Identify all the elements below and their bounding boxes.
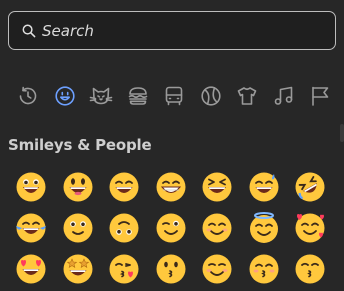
winking-face-emoji[interactable] [148, 207, 195, 248]
shirt-icon [237, 87, 257, 105]
face-with-tears-of-joy-emoji[interactable] [8, 207, 55, 248]
beaming-face-emoji[interactable] [148, 166, 195, 207]
kissing-face-emoji[interactable] [148, 248, 195, 289]
scrollbar[interactable] [340, 124, 344, 142]
smiley-icon [55, 86, 75, 106]
ball-icon [201, 86, 221, 106]
section-title: Smileys & People [8, 136, 152, 154]
tab-smileys[interactable] [47, 80, 84, 112]
grinning-face-big-eyes-emoji[interactable] [55, 166, 102, 207]
clock-icon [19, 86, 37, 105]
cat-icon [89, 87, 113, 105]
grinning-face-smiling-eyes-emoji[interactable] [101, 166, 148, 207]
smiling-face-with-hearts-emoji[interactable] [287, 207, 334, 248]
flag-icon [312, 86, 329, 106]
emoji-picker-panel: Smileys & People [0, 0, 344, 291]
heart-eyes-emoji[interactable] [8, 248, 55, 289]
grinning-squinting-face-emoji[interactable] [194, 166, 241, 207]
kissing-face-smiling-eyes-emoji[interactable] [287, 248, 334, 289]
face-blowing-kiss-emoji[interactable] [101, 248, 148, 289]
grinning-face-sweat-emoji[interactable] [241, 166, 288, 207]
tab-objects[interactable] [229, 80, 266, 112]
slightly-smiling-face-emoji[interactable] [55, 207, 102, 248]
tab-symbols[interactable] [266, 80, 303, 112]
category-tabs [10, 80, 342, 112]
search-icon [22, 24, 36, 37]
tab-animals[interactable] [83, 80, 120, 112]
tab-flags[interactable] [302, 80, 339, 112]
tab-recent[interactable] [10, 80, 47, 112]
kissing-face-closed-eyes-emoji[interactable] [241, 248, 288, 289]
tab-food[interactable] [120, 80, 157, 112]
music-note-icon [274, 86, 293, 105]
smiling-face-smiling-eyes-emoji[interactable] [194, 207, 241, 248]
bus-icon [165, 86, 183, 106]
emoji-grid [8, 166, 338, 289]
star-struck-emoji[interactable] [55, 248, 102, 289]
smiling-face-emoji[interactable] [194, 248, 241, 289]
search-box[interactable] [8, 11, 336, 50]
tab-travel[interactable] [156, 80, 193, 112]
upside-down-face-emoji[interactable] [101, 207, 148, 248]
tab-activities[interactable] [193, 80, 230, 112]
rolling-on-floor-laughing-emoji[interactable] [287, 166, 334, 207]
grinning-face-emoji[interactable] [8, 166, 55, 207]
burger-icon [128, 87, 148, 105]
search-input[interactable] [42, 21, 322, 40]
smiling-face-with-halo-emoji[interactable] [241, 207, 288, 248]
